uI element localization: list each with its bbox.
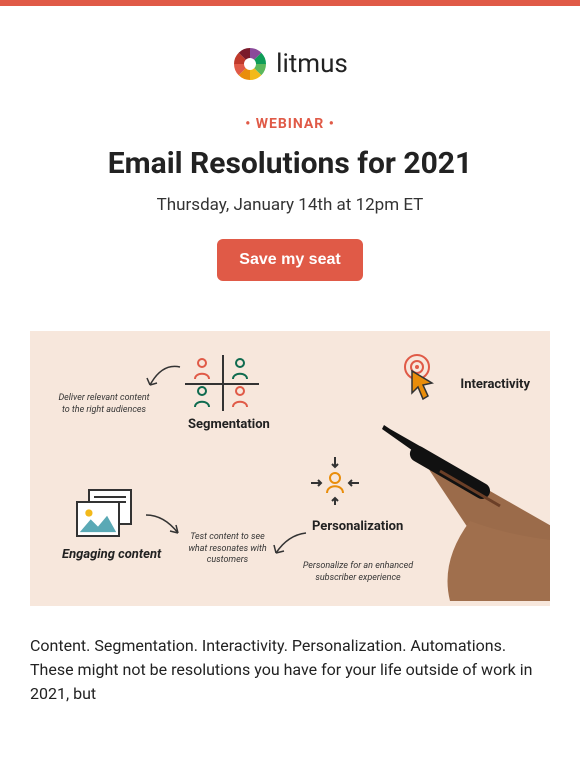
- arrow-icon: [140, 511, 184, 541]
- personalization-graphic: [305, 451, 365, 515]
- save-seat-button[interactable]: Save my seat: [217, 239, 362, 281]
- arrow-icon: [144, 361, 188, 395]
- engaging-label: Engaging content: [62, 547, 161, 562]
- body-paragraph: Content. Segmentation. Interactivity. Pe…: [0, 606, 580, 706]
- person-icon: [229, 357, 251, 379]
- hand-drawing-icon: [360, 401, 550, 605]
- interactivity-label: Interactivity: [460, 377, 530, 392]
- page-title: Email Resolutions for 2021: [30, 146, 550, 181]
- brand-logo[interactable]: litmus: [232, 46, 348, 82]
- person-icon: [229, 385, 251, 407]
- segmentation-caption: Deliver relevant content to the right au…: [54, 393, 154, 416]
- arrow-icon: [270, 529, 310, 561]
- eyebrow: • WEBINAR •: [30, 116, 550, 132]
- segmentation-graphic: [185, 355, 259, 411]
- person-icon: [191, 357, 213, 379]
- engaging-content-graphic: [76, 489, 136, 539]
- hero-illustration: Segmentation Deliver relevant content to…: [30, 331, 550, 606]
- event-datetime: Thursday, January 14th at 12pm ET: [30, 195, 550, 215]
- litmus-logo-icon: [232, 46, 268, 82]
- segmentation-label: Segmentation: [188, 417, 270, 432]
- brand-name: litmus: [276, 49, 348, 79]
- header: litmus • WEBINAR • Email Resolutions for…: [0, 6, 580, 311]
- engaging-caption: Test content to see what resonates with …: [180, 532, 275, 567]
- person-icon: [191, 385, 213, 407]
